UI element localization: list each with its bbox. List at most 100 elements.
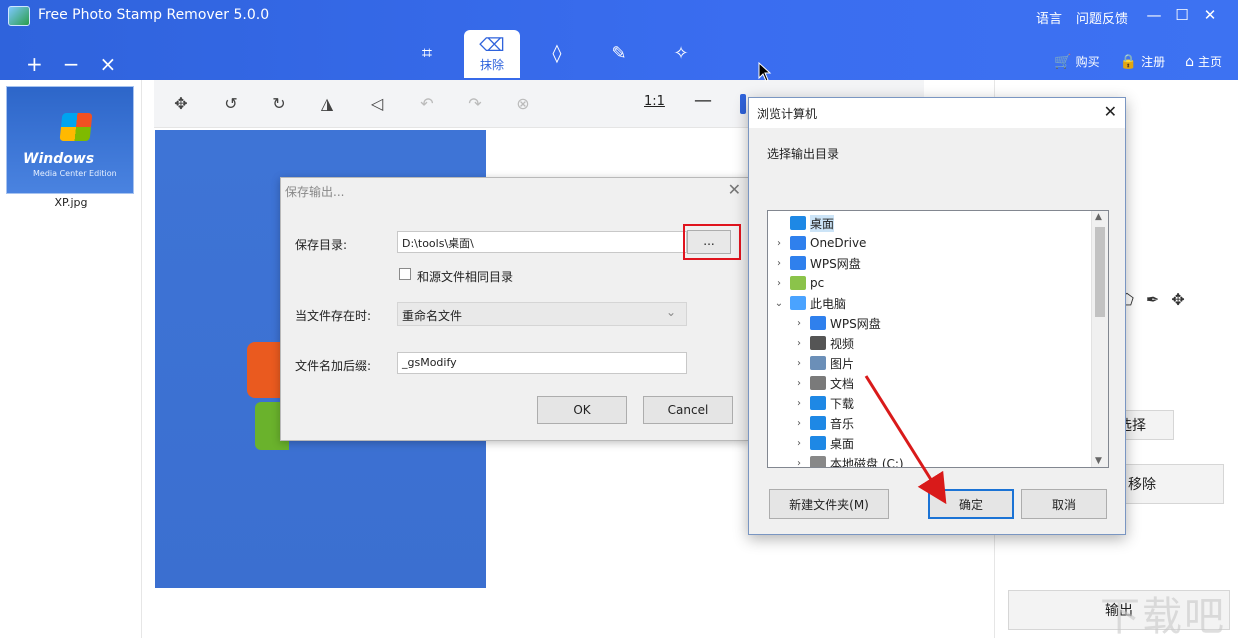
chevron-right-icon[interactable]: › [792,438,806,449]
chevron-right-icon[interactable]: › [772,258,786,269]
cloud-icon [810,316,826,330]
file-controls: + − × [26,52,116,76]
tab-brush[interactable]: ✎ [588,30,650,78]
tree-item[interactable]: › 桌面 [768,433,1092,453]
user-icon [790,276,806,290]
scroll-down-icon[interactable]: ▼ [1095,456,1102,466]
undo-icon[interactable]: ↶ [414,92,440,116]
chevron-down-icon[interactable]: ⌄ [772,298,786,309]
tree-item[interactable]: › 下载 [768,393,1092,413]
title-bar: Free Photo Stamp Remover 5.0.0 语言 问题反馈 —… [0,0,1238,80]
flip-horizontal-icon[interactable]: ◮ [314,92,340,116]
tab-wand[interactable]: ✧ [650,30,712,78]
tree-item-label: 本地磁盘 (C:) [830,456,904,468]
tab-crop[interactable]: ⌗ [396,30,458,78]
cloud-icon [790,236,806,250]
new-folder-button[interactable]: 新建文件夹(M) [769,489,889,519]
video-icon [810,336,826,350]
clear-icon[interactable]: × [100,52,117,76]
save-output-dialog: 保存输出... ✕ 保存目录: D:\tools\桌面\ ... 和源文件相同目… [280,177,750,441]
selection-tools: ⬠ ✒ ✥ [1120,290,1185,309]
exists-label: 当文件存在时: [295,309,372,323]
tree-item[interactable]: › 音乐 [768,413,1092,433]
image-thumbnail[interactable]: Windows Media Center Edition [6,86,134,194]
app-title: Free Photo Stamp Remover 5.0.0 [38,7,270,23]
scroll-up-icon[interactable]: ▲ [1095,212,1102,222]
tab-drop[interactable]: ◊ [526,30,588,78]
save-dialog-close-icon[interactable]: ✕ [728,180,741,199]
chevron-right-icon[interactable]: › [792,358,806,369]
zoom-slider[interactable] [740,94,746,114]
tree-item[interactable]: › pc [768,273,1092,293]
tree-item-label: WPS网盘 [810,256,861,271]
buy-label: 购买 [1075,55,1100,69]
tree-item-label: 桌面 [810,214,835,232]
header-actions: 🛒 购买 🔒 注册 ⌂ 主页 [1054,53,1222,70]
add-icon[interactable]: + [26,52,43,76]
pen-icon[interactable]: ✒ [1146,290,1159,309]
thumbnail-filename: XP.jpg [54,196,88,209]
zoom-out-icon[interactable]: — [694,90,712,111]
tree-item[interactable]: › 本地磁盘 (C:) [768,453,1092,468]
tree-item-label: OneDrive [810,236,867,250]
chevron-right-icon[interactable]: › [792,398,806,409]
minimize-icon[interactable]: — [1144,6,1164,24]
tree-item[interactable]: ⌄ 此电脑 [768,293,1092,313]
music-icon [810,416,826,430]
save-dir-input[interactable]: D:\tools\桌面\ [397,231,687,253]
language-link[interactable]: 语言 [1036,8,1062,27]
tree-item[interactable]: › WPS网盘 [768,313,1092,333]
tree-item-label: 视频 [830,336,855,351]
same-dir-label: 和源文件相同目录 [417,270,514,284]
save-ok-button[interactable]: OK [537,396,627,424]
tree-item[interactable]: › 文档 [768,373,1092,393]
home-label: 主页 [1197,55,1222,69]
chevron-right-icon[interactable]: › [792,378,806,389]
cancel-circle-icon[interactable]: ⊗ [510,92,536,116]
feedback-link[interactable]: 问题反馈 [1076,8,1128,27]
suffix-input[interactable]: _gsModify [397,352,687,374]
tree-item[interactable]: › OneDrive [768,233,1092,253]
redo-icon[interactable]: ↷ [462,92,488,116]
same-dir-checkbox[interactable] [399,268,411,280]
zoom-actual-size[interactable]: 1:1 [644,94,665,109]
maximize-icon[interactable]: ☐ [1172,6,1192,24]
tree-item-label: 文档 [830,376,855,391]
tree-item-label: WPS网盘 [830,316,881,331]
tree-scrollbar[interactable]: ▲ ▼ [1091,211,1108,467]
flip-vertical-icon[interactable]: ◁ [364,92,390,116]
tree-item[interactable]: › WPS网盘 [768,253,1092,273]
register-link[interactable]: 🔒 注册 [1120,53,1165,70]
folder-tree: 桌面 › OneDrive › WPS网盘 › pc ⌄ 此电脑 › WPS网盘 › 视频 › 图片 › 文档 ›… [767,210,1109,468]
move-icon[interactable]: ✥ [168,92,194,116]
chevron-right-icon[interactable]: › [772,278,786,289]
cloud-icon [790,256,806,270]
chevron-right-icon[interactable]: › [792,338,806,349]
tab-erase[interactable]: ⌫ 抹除 [464,30,520,78]
tree-item-label: 下载 [830,396,855,411]
tree-item[interactable]: 桌面 [768,213,1092,233]
browse-cancel-button[interactable]: 取消 [1021,489,1107,519]
browse-dialog-title: 浏览计算机 [757,107,818,121]
save-cancel-button[interactable]: Cancel [643,396,733,424]
chevron-right-icon[interactable]: › [792,418,806,429]
chevron-right-icon[interactable]: › [772,238,786,249]
rotate-left-icon[interactable]: ↺ [218,92,244,116]
chevron-right-icon[interactable]: › [792,318,806,329]
exists-select[interactable]: 重命名文件 ⌄ [397,302,687,326]
browse-dialog-close-icon[interactable]: ✕ [1104,102,1117,121]
browse-ok-button[interactable]: 确定 [928,489,1014,519]
scroll-thumb[interactable] [1095,227,1105,317]
eraser-icon: ⌫ [479,34,505,56]
chevron-right-icon[interactable]: › [792,458,806,468]
rotate-right-icon[interactable]: ↻ [266,92,292,116]
tree-item[interactable]: › 图片 [768,353,1092,373]
remove-icon[interactable]: − [63,52,80,76]
close-icon[interactable]: ✕ [1200,6,1220,24]
tree-item[interactable]: › 视频 [768,333,1092,353]
cart-icon: 🛒 [1054,54,1072,70]
move-tool-icon[interactable]: ✥ [1171,290,1184,309]
home-link[interactable]: ⌂ 主页 [1185,53,1222,70]
save-dir-label: 保存目录: [295,238,348,252]
buy-link[interactable]: 🛒 购买 [1054,53,1099,70]
